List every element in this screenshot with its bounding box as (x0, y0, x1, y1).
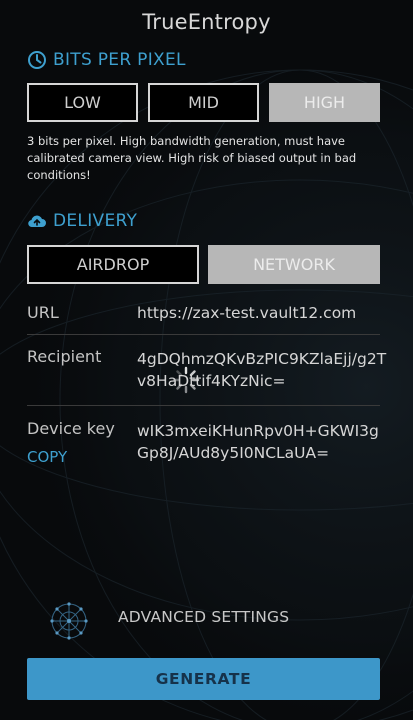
bits-per-pixel-heading-label: BITS PER PIXEL (53, 50, 186, 70)
delivery-heading: DELIVERY (27, 211, 137, 231)
delivery-heading-label: DELIVERY (53, 211, 138, 231)
url-value: https://zax-test.vault12.com (137, 304, 357, 322)
cloud-upload-icon (27, 211, 47, 231)
bits-description: 3 bits per pixel. High bandwidth generat… (27, 134, 357, 182)
advanced-settings-button[interactable]: ADVANCED SETTINGS (118, 608, 289, 626)
clock-icon (27, 50, 47, 70)
bits-per-pixel-heading: BITS PER PIXEL (27, 50, 186, 70)
copy-device-key-link[interactable]: COPY (27, 448, 67, 466)
recipient-label: Recipient (27, 347, 102, 366)
generate-button[interactable]: GENERATE (27, 658, 380, 700)
divider (27, 334, 380, 335)
loading-spinner-icon (172, 366, 200, 394)
divider (27, 405, 380, 406)
trueentropy-screen: TrueEntropy BITS PER PIXEL LOW MID HIGH … (0, 0, 413, 720)
bits-high-button[interactable]: HIGH (269, 83, 380, 122)
delivery-airdrop-button[interactable]: AIRDROP (27, 245, 199, 284)
bits-low-button[interactable]: LOW (27, 83, 138, 122)
bits-mid-button[interactable]: MID (148, 83, 259, 122)
delivery-network-button[interactable]: NETWORK (208, 245, 380, 284)
device-key-value: wIK3mxeiKHunRpv0H+GKWI3gGp8J/AUd8y5I0NCL… (137, 422, 379, 462)
url-label: URL (27, 303, 59, 322)
network-icon[interactable] (48, 600, 90, 642)
app-title: TrueEntropy (142, 10, 271, 34)
device-key-label: Device key (27, 419, 115, 438)
